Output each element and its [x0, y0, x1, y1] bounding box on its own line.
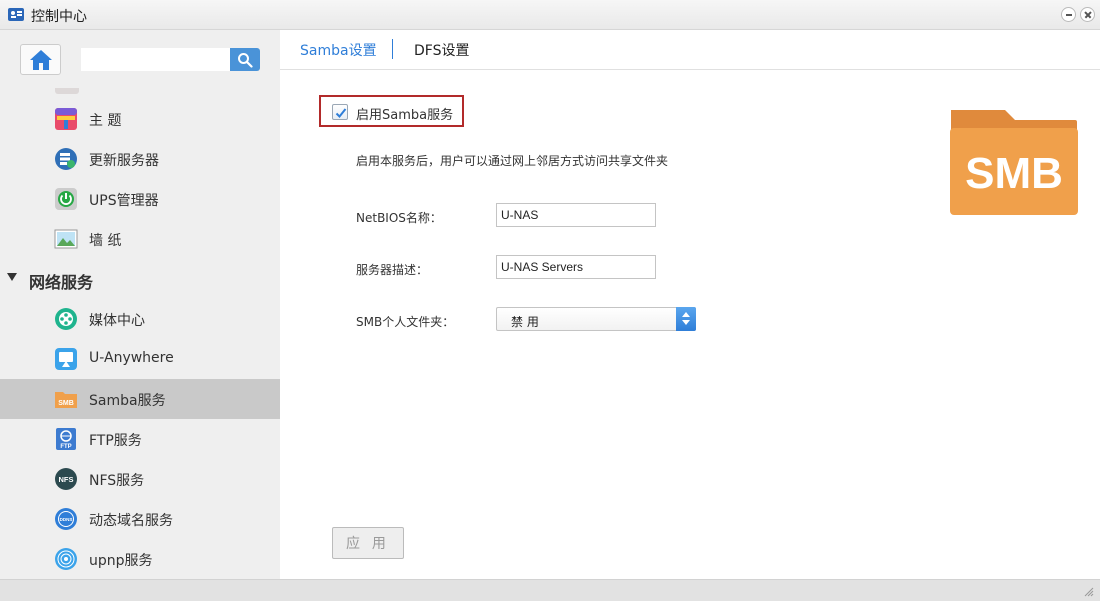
sidebar-item-label: 更新服务器 [89, 153, 159, 169]
sidebar-item-ftp[interactable]: FTP FTP服务 [0, 419, 280, 459]
select-arrows-icon[interactable] [676, 307, 696, 331]
search-input[interactable] [81, 48, 230, 71]
sidebar-item-u-anywhere[interactable]: U-Anywhere [0, 339, 280, 379]
resize-grip-icon[interactable] [1084, 587, 1094, 597]
svg-text:DDNS: DDNS [60, 517, 73, 522]
svg-text:FTP: FTP [60, 444, 71, 450]
status-bar [0, 579, 1100, 601]
wallpaper-icon [54, 229, 78, 249]
sidebar-item-label: 主 题 [89, 113, 122, 129]
sidebar-item-nfs[interactable]: NFS NFS服务 [0, 459, 280, 499]
sidebar-item-ups[interactable]: UPS管理器 [0, 179, 280, 219]
scroll-fade [55, 88, 79, 94]
enable-samba-label: 启用Samba服务 [356, 108, 454, 123]
search-icon [238, 53, 253, 68]
upnp-icon [55, 548, 77, 570]
title-bar: 控制中心 [0, 0, 1100, 30]
sidebar-item-ddns[interactable]: DDNS 动态域名服务 [0, 499, 280, 539]
checkmark-icon [335, 108, 347, 118]
enable-samba-toggle[interactable]: 启用Samba服务 [319, 95, 464, 127]
close-button[interactable] [1080, 7, 1095, 22]
sidebar-item-samba[interactable]: SMB Samba服务 [0, 379, 280, 419]
theme-icon [55, 108, 77, 130]
tab-divider [392, 39, 393, 59]
samba-icon: SMB [55, 392, 77, 408]
sidebar: 主 题 更新服务器 UPS管理器 墙 纸 网络服务 媒体中心 U-Anywher… [0, 30, 280, 579]
sidebar-item-update-server[interactable]: 更新服务器 [0, 139, 280, 179]
select-value: 禁 用 [511, 315, 539, 329]
update-server-icon [55, 148, 77, 170]
control-panel-icon [8, 8, 24, 21]
u-anywhere-icon [55, 348, 77, 370]
collapse-arrow-icon[interactable] [7, 273, 17, 281]
smb-folder-logo: SMB [950, 110, 1078, 215]
main-panel: Samba设置 DFS设置 启用Samba服务 启用本服务后，用户可以通过网上邻… [280, 30, 1100, 579]
window-title: 控制中心 [31, 9, 87, 25]
enable-samba-checkbox[interactable] [332, 104, 348, 120]
smb-home-folder-label: SMB个人文件夹： [356, 315, 455, 329]
nfs-icon: NFS [55, 468, 77, 490]
server-description-label: 服务器描述： [356, 263, 429, 277]
section-label: 网络服务 [29, 273, 94, 292]
sidebar-item-label: 媒体中心 [89, 313, 145, 329]
sidebar-item-media-center[interactable]: 媒体中心 [0, 299, 280, 339]
ddns-icon: DDNS [55, 508, 77, 530]
apply-button[interactable]: 应 用 [332, 527, 404, 559]
home-button[interactable] [20, 44, 61, 75]
sidebar-item-label: 动态域名服务 [89, 513, 173, 529]
sidebar-item-label: 墙 纸 [89, 233, 122, 249]
sidebar-item-theme[interactable]: 主 题 [0, 99, 280, 139]
sidebar-item-label: Samba服务 [89, 393, 166, 409]
sidebar-item-upnp[interactable]: upnp服务 [0, 539, 280, 579]
service-description: 启用本服务后，用户可以通过网上邻居方式访问共享文件夹 [356, 154, 669, 168]
ftp-icon: FTP [56, 428, 76, 450]
minimize-button[interactable] [1061, 7, 1076, 22]
netbios-label: NetBIOS名称： [356, 211, 442, 225]
ups-icon [55, 188, 77, 210]
smb-logo-text: SMB [965, 149, 1063, 198]
sidebar-item-label: U-Anywhere [89, 350, 174, 366]
tab-bar: Samba设置 DFS设置 [280, 30, 1100, 70]
search-button[interactable] [230, 48, 260, 71]
home-icon [30, 50, 52, 70]
media-center-icon [55, 308, 77, 330]
sidebar-item-label: NFS服务 [89, 473, 145, 489]
section-network-services[interactable]: 网络服务 [0, 259, 280, 299]
sidebar-item-label: FTP服务 [89, 433, 142, 449]
server-description-field[interactable] [496, 255, 656, 279]
smb-home-folder-select[interactable]: 禁 用 [496, 307, 696, 331]
sidebar-item-label: upnp服务 [89, 553, 153, 569]
svg-text:NFS: NFS [59, 475, 74, 484]
svg-text:SMB: SMB [58, 400, 74, 407]
sidebar-item-wallpaper[interactable]: 墙 纸 [0, 219, 280, 259]
sidebar-item-label: UPS管理器 [89, 193, 159, 209]
tab-samba-settings[interactable]: Samba设置 [300, 40, 377, 60]
tab-dfs-settings[interactable]: DFS设置 [414, 40, 469, 60]
netbios-name-field[interactable] [496, 203, 656, 227]
